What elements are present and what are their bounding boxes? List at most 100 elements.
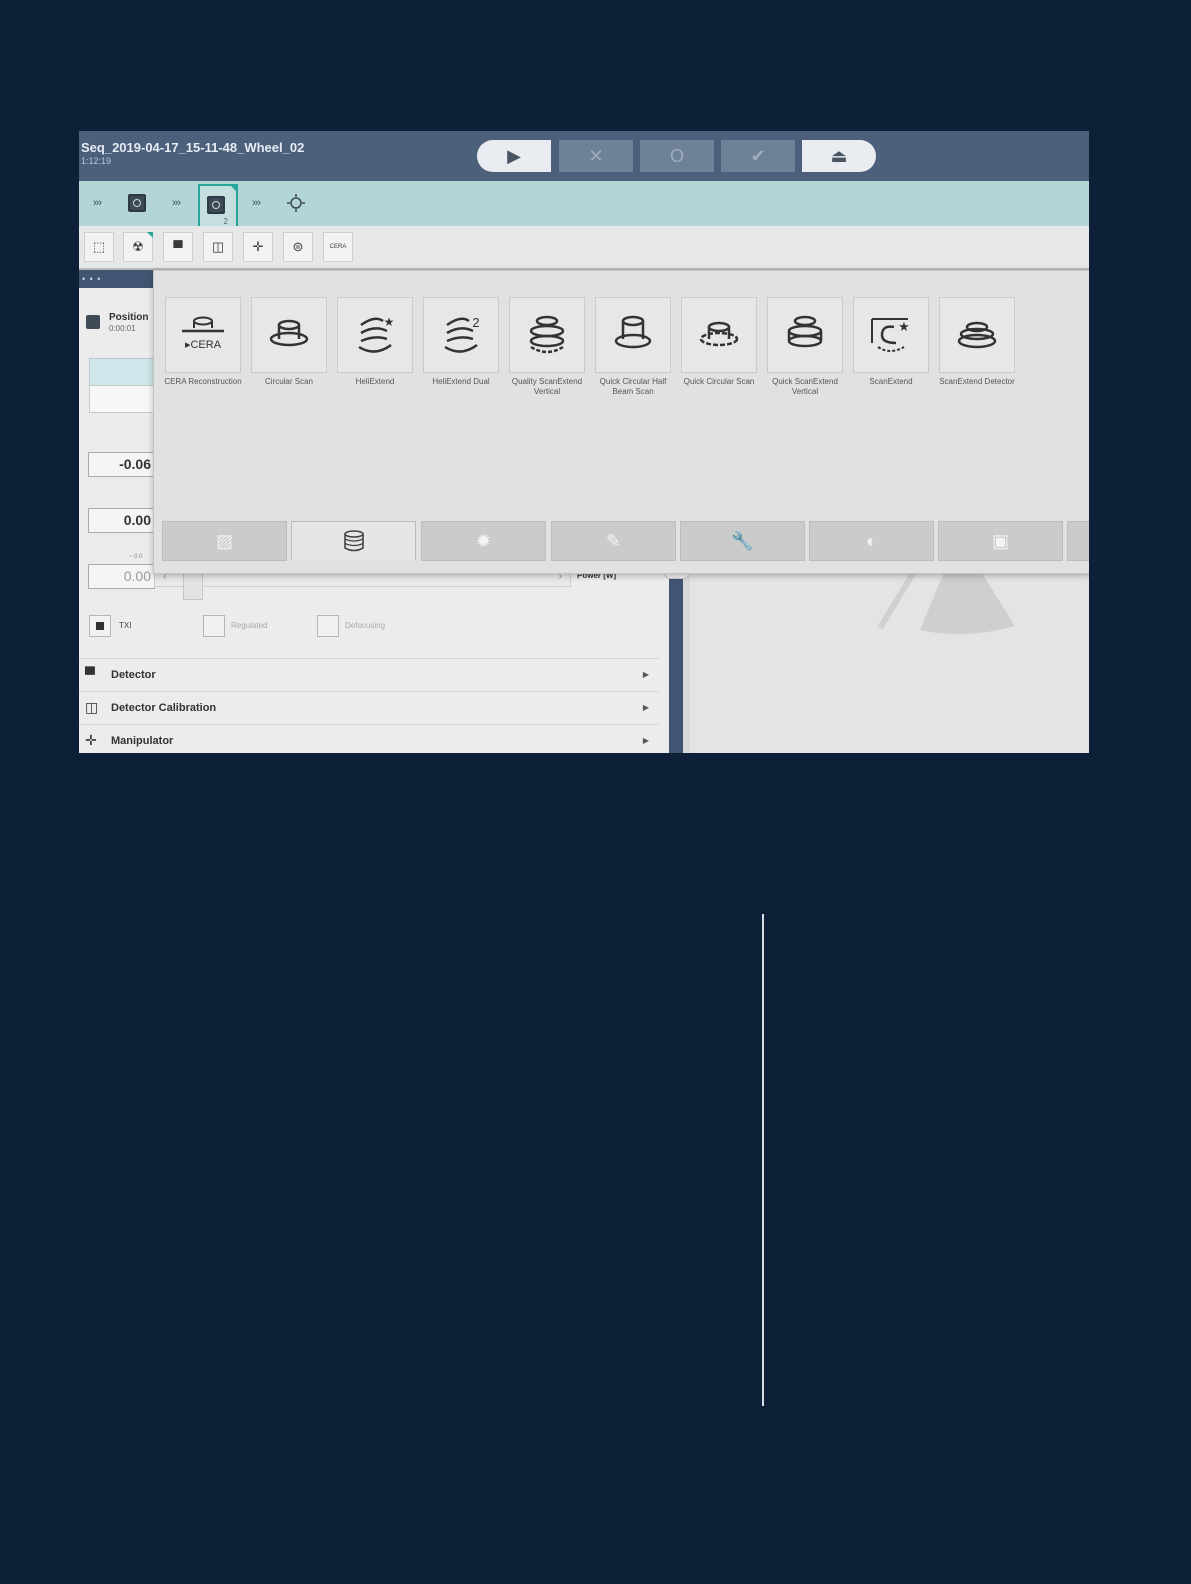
panel-header-strip: • • •: [79, 270, 162, 288]
quick-circular-scan-icon: [699, 321, 739, 347]
svg-text:★: ★: [898, 319, 910, 334]
confirm-button[interactable]: ✔: [721, 140, 795, 172]
mode-tab[interactable]: M: [89, 358, 161, 386]
heliextend-dual-icon: 2: [444, 315, 480, 353]
xray-source-button[interactable]: ☢: [123, 232, 153, 262]
play-button[interactable]: ▶: [477, 140, 551, 172]
regulated-checkbox[interactable]: [203, 615, 225, 637]
tab-brightness[interactable]: ◐: [809, 521, 934, 561]
popup-tab-bar: ▨ ✹ ✎ 🔧 ◐ ▣: [162, 521, 1089, 561]
range-hint: ~ 0.0: [129, 554, 143, 560]
tab-more[interactable]: [1067, 521, 1089, 561]
sequence-controls: ▶ ✕ O ✔ ⏏: [477, 140, 877, 172]
workflow-step-number: 2: [223, 217, 228, 226]
txi-checkbox[interactable]: [89, 615, 111, 637]
title-bar: Seq_2019-04-17_15-11-48_Wheel_02 1:12:19…: [79, 131, 1089, 181]
workflow-step-2-active[interactable]: 2: [198, 184, 238, 228]
scan-type-quick-circular-scan[interactable]: Quick Circular Scan: [678, 297, 760, 387]
scan-type-quick-scanextend-vertical[interactable]: Quick ScanExtend Vertical: [764, 297, 846, 397]
frame-icon: ▣: [991, 530, 1009, 551]
region-select-icon: ⬚: [92, 239, 106, 254]
scan-type-label: Quality ScanExtend Vertical: [511, 377, 583, 396]
divider-line: [762, 914, 764, 1406]
scan-type-label: Quick ScanExtend Vertical: [772, 377, 838, 396]
scan-type-scanextend-detector[interactable]: ScanExtend Detector: [936, 297, 1018, 387]
tab-frame[interactable]: ▣: [938, 521, 1063, 561]
selected-indicator-icon: [230, 185, 237, 192]
tab-images[interactable]: ▨: [162, 521, 287, 561]
detector-calibration-icon: ◫: [85, 699, 99, 715]
cera-reconstruction-icon: ▸CERA: [182, 316, 224, 351]
viewport-panel: [690, 568, 1089, 753]
scan-type-scanextend[interactable]: ★ ScanExtend: [850, 297, 932, 387]
scan-type-cera-reconstruction[interactable]: ▸CERA CERA Reconstruction: [162, 297, 244, 387]
scan-step-icon: [204, 193, 228, 217]
mode-tab[interactable]: H: [89, 385, 161, 413]
defocusing-checkbox[interactable]: [317, 615, 339, 637]
chevron-right-icon: ▶: [642, 670, 649, 679]
tab-tools[interactable]: 🔧: [680, 521, 805, 561]
stack-icon: [343, 530, 364, 552]
scan-type-heliextend-dual[interactable]: 2 HeliExtend Dual: [420, 297, 502, 387]
detector-tool-button[interactable]: ▀: [163, 232, 193, 262]
scan-type-circular-scan[interactable]: Circular Scan: [248, 297, 330, 387]
stop-button[interactable]: ✕: [559, 140, 633, 172]
value-field[interactable]: -0.06: [88, 452, 155, 477]
toolbar: ⬚ ☢ ▀ ◫ ✛ ⊜ CERA: [79, 226, 1089, 270]
half-beam-scan-icon: [614, 315, 652, 349]
scan-type-heliextend[interactable]: ★ HeliExtend: [334, 297, 416, 387]
scan-type-label: Quick Circular Half Beam Scan: [599, 377, 667, 396]
svg-text:★: ★: [384, 315, 395, 329]
detector-icon: ▀: [85, 666, 95, 682]
cone-beam-graphic: [877, 568, 1015, 635]
brightness-icon: ◐: [866, 530, 877, 551]
workflow-chevron-icon[interactable]: ›››: [165, 191, 187, 215]
section-detector-calibration[interactable]: ◫ Detector Calibration ▶: [79, 691, 659, 724]
scan-type-label: Circular Scan: [264, 377, 313, 386]
workflow-bar: ››› ››› 2 ›››: [79, 181, 1089, 228]
tab-scan-types[interactable]: [291, 521, 416, 560]
workflow-step-1[interactable]: [125, 191, 149, 215]
svg-text:▸CERA: ▸CERA: [185, 339, 222, 351]
tab-settings[interactable]: ✹: [421, 521, 546, 561]
eject-button[interactable]: ⏏: [802, 140, 876, 172]
scan-type-quality-scanextend-vertical[interactable]: Quality ScanExtend Vertical: [506, 297, 588, 397]
cera-tool-button[interactable]: CERA: [323, 232, 353, 262]
region-select-button[interactable]: ⬚: [84, 232, 114, 262]
scan-type-quick-circular-half-beam-scan[interactable]: Quick Circular Half Beam Scan: [592, 297, 674, 397]
txi-label: TXI: [119, 621, 132, 630]
cera-label: CERA: [329, 244, 347, 250]
radiation-icon: ☢: [132, 239, 144, 254]
value-field[interactable]: 0.00: [88, 508, 155, 533]
clipboard-check-icon: ✎: [605, 530, 622, 551]
position-step-icon: [86, 315, 100, 329]
scanextend-icon: ★: [871, 318, 910, 352]
workflow-step-position[interactable]: [284, 191, 308, 215]
sequence-title: Seq_2019-04-17_15-11-48_Wheel_02: [81, 140, 305, 155]
position-label: Position: [109, 312, 149, 323]
section-manipulator[interactable]: ✛ Manipulator ▶: [79, 724, 659, 753]
section-label: Manipulator: [111, 735, 174, 747]
section-label: Detector: [111, 669, 156, 681]
manipulator-tool-button[interactable]: ✛: [243, 232, 273, 262]
power-value-field[interactable]: 0.00: [88, 564, 155, 589]
scan-step-icon: [128, 194, 146, 212]
section-label: Detector Calibration: [111, 702, 217, 714]
detector-calibration-tool-button[interactable]: ◫: [203, 232, 233, 262]
svg-text:2: 2: [472, 315, 479, 330]
scan-tool-button[interactable]: ⊜: [283, 232, 313, 262]
workflow-chevron-icon[interactable]: ›››: [245, 191, 267, 215]
tab-checklist[interactable]: ✎: [551, 521, 676, 561]
check-icon: ✔: [750, 145, 766, 166]
record-button[interactable]: O: [640, 140, 714, 172]
section-detector[interactable]: ▀ Detector ▶: [79, 658, 659, 691]
scan-type-popup: ▸CERA CERA Reconstruction Circular Scan …: [153, 270, 1089, 574]
scan-type-label: HeliExtend Dual: [432, 377, 490, 386]
image-icon: ▨: [215, 530, 233, 551]
defocusing-label: Defocusing: [345, 621, 386, 630]
scan-type-label: Quick Circular Scan: [683, 377, 755, 386]
manipulator-icon: ✛: [252, 239, 264, 254]
panel-splitter[interactable]: [669, 570, 683, 753]
chevron-right-icon: ▶: [642, 736, 649, 745]
workflow-chevron-icon[interactable]: ›››: [86, 191, 108, 215]
